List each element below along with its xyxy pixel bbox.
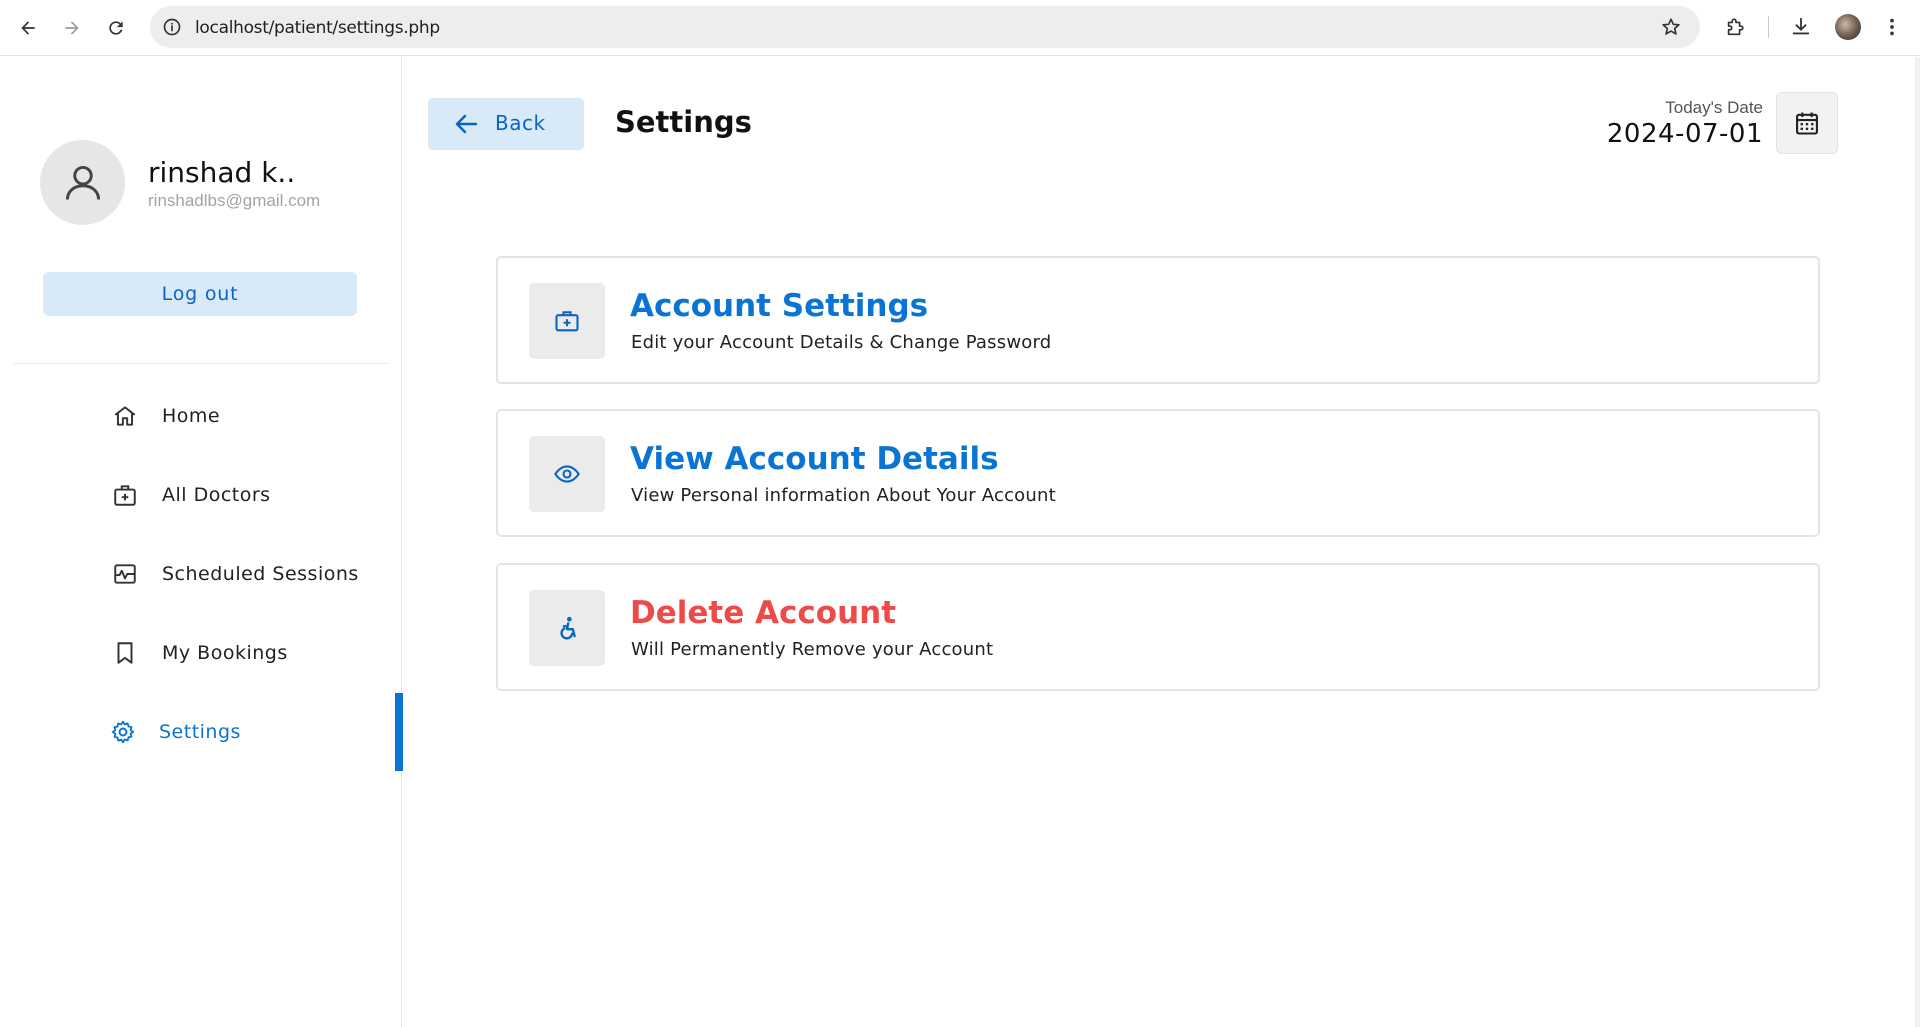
- back-button[interactable]: Back: [428, 98, 584, 150]
- back-button-label: Back: [495, 111, 546, 135]
- sessions-icon: [110, 559, 140, 589]
- address-bar[interactable]: localhost/patient/settings.php: [150, 6, 1700, 48]
- account-settings-card[interactable]: Account Settings Edit your Account Detai…: [496, 256, 1820, 384]
- active-indicator: [395, 693, 403, 771]
- card-description: Will Permanently Remove your Account: [631, 639, 994, 660]
- downloads-button[interactable]: [1788, 14, 1814, 40]
- sidebar-item-home[interactable]: Home: [0, 377, 402, 455]
- bookmark-icon: [110, 638, 140, 668]
- sidebar-item-label: Home: [162, 405, 221, 427]
- scrollbar[interactable]: [1915, 57, 1920, 1027]
- page-content: rinshad k.. rinshadlbs@gmail.com Log out…: [0, 57, 1915, 1027]
- home-icon: [110, 401, 140, 431]
- sidebar-item-label: My Bookings: [162, 642, 288, 664]
- browser-reload-button[interactable]: [100, 12, 132, 44]
- browser-profile-avatar[interactable]: [1835, 14, 1861, 40]
- calendar-icon: [1796, 112, 1818, 135]
- eye-icon: [529, 436, 605, 512]
- calendar-button[interactable]: [1776, 92, 1838, 154]
- sidebar: rinshad k.. rinshadlbs@gmail.com Log out…: [0, 57, 403, 1027]
- download-icon: [1792, 17, 1810, 35]
- card-description: Edit your Account Details & Change Passw…: [631, 332, 1052, 353]
- date-value: 2024-07-01: [1606, 119, 1763, 149]
- medical-kit-icon: [529, 283, 605, 359]
- card-description: View Personal information About Your Acc…: [631, 485, 1056, 506]
- sidebar-divider: [14, 363, 388, 364]
- puzzle-icon: [1727, 18, 1744, 36]
- user-email: rinshadlbs@gmail.com: [148, 191, 321, 210]
- sidebar-item-label: Scheduled Sessions: [162, 563, 359, 585]
- user-name: rinshad k..: [148, 156, 296, 189]
- extensions-button[interactable]: [1722, 14, 1748, 40]
- page-title: Settings: [615, 105, 752, 139]
- card-title: View Account Details: [630, 441, 999, 477]
- sidebar-item-settings[interactable]: Settings: [0, 693, 403, 771]
- sidebar-item-all-doctors[interactable]: All Doctors: [0, 456, 402, 534]
- card-title: Delete Account: [630, 595, 897, 631]
- sidebar-item-my-bookings[interactable]: My Bookings: [0, 614, 402, 692]
- gear-icon: [108, 717, 138, 747]
- arrow-left-icon: [21, 21, 35, 35]
- browser-forward-button[interactable]: [56, 12, 88, 44]
- reload-icon: [109, 21, 123, 35]
- arrow-left-icon: [455, 114, 478, 134]
- avatar: [40, 140, 125, 225]
- browser-window: localhost/patient/settings.php rinshad k…: [0, 0, 1920, 1027]
- browser-toolbar: localhost/patient/settings.php: [0, 0, 1920, 56]
- sidebar-item-label: All Doctors: [162, 484, 271, 506]
- url-text: localhost/patient/settings.php: [195, 18, 440, 38]
- sidebar-item-label: Settings: [159, 721, 241, 743]
- user-icon: [65, 165, 100, 200]
- browser-back-button[interactable]: [12, 12, 44, 44]
- toolbar-divider: [1768, 16, 1769, 38]
- delete-account-card[interactable]: Delete Account Will Permanently Remove y…: [496, 563, 1820, 691]
- bookmark-star-icon[interactable]: [1660, 16, 1682, 38]
- date-label: Today's Date: [1665, 98, 1763, 117]
- arrow-right-icon: [65, 21, 79, 35]
- sidebar-item-scheduled-sessions[interactable]: Scheduled Sessions: [0, 535, 402, 613]
- site-info-icon[interactable]: [162, 17, 182, 37]
- accessibility-icon: [529, 590, 605, 666]
- view-account-details-card[interactable]: View Account Details View Personal infor…: [496, 409, 1820, 537]
- browser-menu-button[interactable]: [1879, 14, 1905, 40]
- doctor-icon: [110, 480, 140, 510]
- kebab-menu-icon: [1890, 18, 1894, 36]
- logout-button[interactable]: Log out: [43, 272, 357, 316]
- card-title: Account Settings: [630, 288, 929, 324]
